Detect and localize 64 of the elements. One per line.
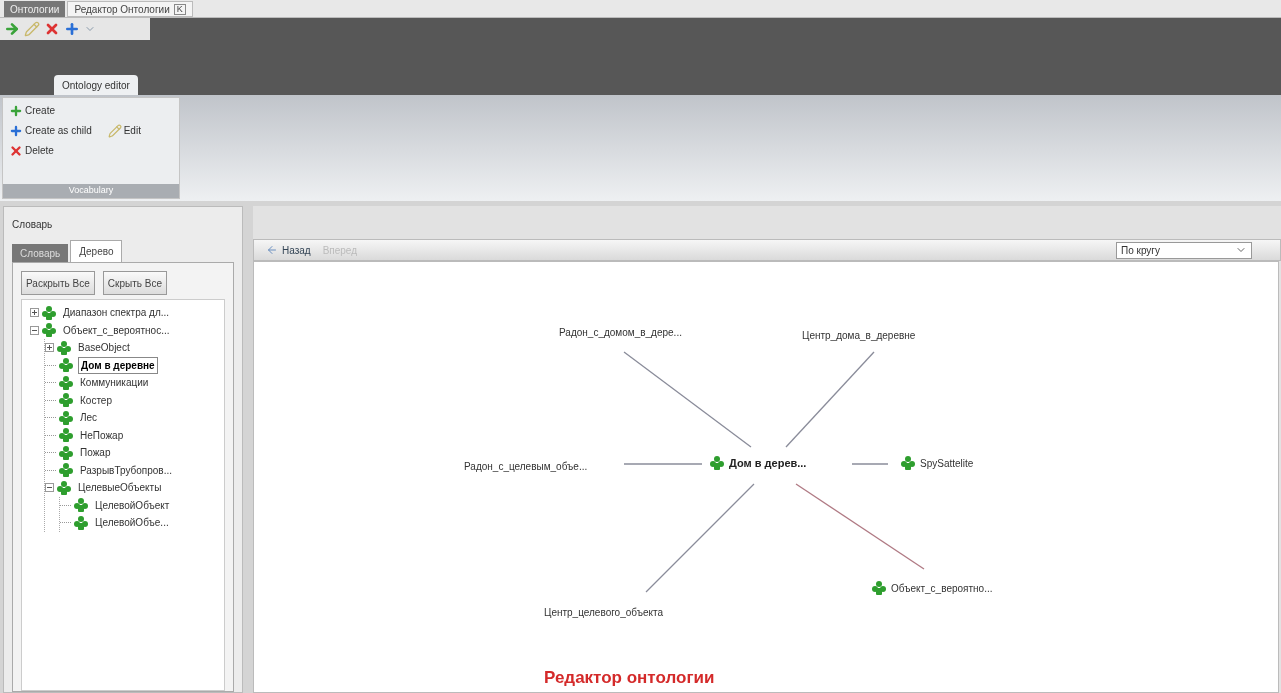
plus-icon — [9, 124, 23, 138]
ribbon-button[interactable]: Edit — [105, 122, 143, 140]
tree-item[interactable]: НеПожар — [78, 427, 126, 443]
pencil-icon — [107, 124, 122, 138]
collapse-icon[interactable] — [45, 483, 54, 493]
tree-item[interactable]: ЦелевыеОбъекты — [76, 480, 164, 496]
puzzle-icon — [56, 479, 72, 496]
puzzle-icon — [41, 304, 57, 321]
graph-node[interactable]: Объект_с_вероятно... — [891, 580, 993, 596]
graph-node[interactable]: Центр_дома_в_деревне — [802, 328, 916, 343]
ribbon-button[interactable]: Delete — [7, 142, 56, 160]
graph-node[interactable]: Радон_с_домом_в_дере... — [559, 325, 682, 340]
ribbon-tab[interactable]: Ontology editor — [54, 75, 138, 95]
connector-line — [851, 463, 889, 465]
puzzle-icon — [58, 392, 74, 409]
plus-icon — [9, 104, 23, 118]
expand-icon[interactable] — [45, 343, 54, 353]
sidebar-tab[interactable]: Дерево — [70, 240, 123, 262]
ribbon-button[interactable]: Create as child — [7, 122, 94, 140]
puzzle-icon — [73, 497, 89, 514]
graph-node[interactable]: SpySattelite — [920, 455, 974, 471]
tree-item[interactable]: Коммуникации — [78, 375, 151, 391]
graph-node[interactable]: Дом в дерев... — [729, 455, 807, 472]
graph-node[interactable]: Радон_с_целевым_объе... — [464, 459, 588, 474]
tree-button[interactable]: Скрыть Все — [102, 271, 167, 295]
expand-icon[interactable] — [30, 308, 39, 318]
tree-item[interactable]: ЦелевойОбъект — [93, 497, 172, 513]
layout-dropdown[interactable]: По кругу — [1116, 241, 1252, 259]
puzzle-icon — [58, 462, 74, 479]
puzzle-icon — [58, 357, 74, 374]
puzzle-icon — [58, 374, 74, 391]
tree-item[interactable]: Объект_с_вероятнос... — [61, 322, 172, 338]
tree-item[interactable]: РазрывТрубопров... — [78, 462, 175, 478]
plus-icon[interactable] — [64, 21, 80, 37]
document-tab[interactable]: Онтологии — [4, 1, 66, 17]
tree-item[interactable]: Пожар — [78, 445, 113, 461]
puzzle-icon — [73, 514, 89, 531]
arrow-icon — [266, 244, 278, 256]
puzzle-icon — [41, 322, 57, 339]
graph-node[interactable]: Центр_целевого_объекта — [544, 605, 664, 620]
tree-button[interactable]: Раскрыть Все — [21, 271, 95, 295]
tree-item[interactable]: Дом в деревне — [78, 356, 158, 374]
tree-item[interactable]: BaseObject — [76, 340, 132, 356]
puzzle-icon — [58, 444, 74, 461]
document-tab[interactable]: Редактор Онтологии K — [67, 1, 193, 17]
panel-title: Словарь — [12, 218, 54, 232]
tree-item[interactable]: ЦелевойОбъе... — [93, 515, 171, 531]
close-button[interactable]: K — [173, 3, 186, 15]
collapse-icon[interactable] — [30, 325, 39, 335]
puzzle-icon — [871, 580, 887, 596]
puzzle-icon — [709, 455, 725, 472]
puzzle-icon — [900, 455, 916, 471]
puzzle-icon — [56, 339, 72, 356]
tree-item[interactable]: Костер — [78, 392, 114, 408]
group-label: Vocabulary — [3, 184, 179, 198]
caption: Редактор онтологии — [544, 667, 715, 689]
tree-item[interactable]: Лес — [78, 410, 100, 426]
delete-icon[interactable] — [44, 21, 60, 37]
puzzle-icon — [58, 409, 74, 426]
delete-icon — [9, 144, 23, 158]
back-button[interactable]: Назад — [266, 242, 311, 258]
tree-item[interactable]: Диапазон спектра дл... — [61, 305, 172, 321]
ribbon-button[interactable]: Create — [7, 102, 57, 120]
puzzle-icon — [58, 427, 74, 444]
